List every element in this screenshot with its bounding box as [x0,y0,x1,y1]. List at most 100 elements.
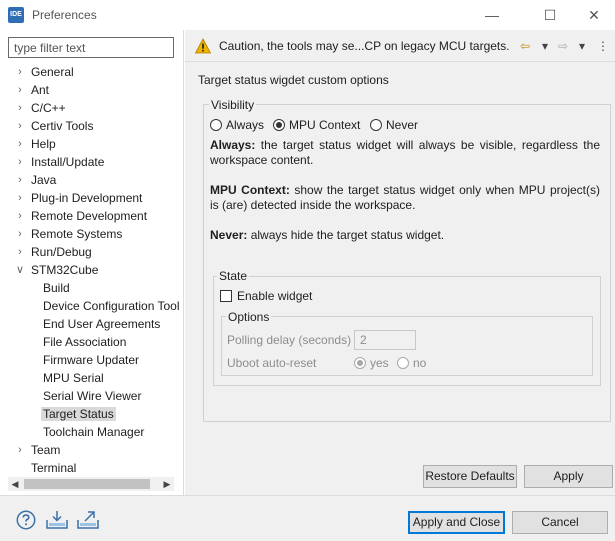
scroll-right-icon[interactable]: ▶ [160,477,174,491]
collapse-chevron-icon[interactable]: › [14,81,26,99]
apply-button[interactable]: Apply [524,465,613,488]
page-title: Target status wigdet custom options [198,73,389,87]
window-title: Preferences [32,8,97,22]
tree-item-certiv-tools[interactable]: › Certiv Tools [14,117,95,135]
collapse-chevron-icon[interactable]: › [14,99,26,117]
visibility-group-label: Visibility [209,98,257,112]
radio-always-indicator[interactable] [210,119,222,131]
preference-tree: › General › Ant › C/C++ › Certiv Tools › Help › Ins… [0,63,183,475]
message-bar: Caution, the tools may se...CP on legacy… [185,30,615,62]
radio-never-indicator[interactable] [370,119,382,131]
collapse-chevron-icon[interactable]: › [14,441,26,459]
radio-uboot-no-indicator[interactable] [397,357,409,369]
scroll-left-icon[interactable]: ◀ [8,477,22,491]
tree-item-label: STM32Cube [31,263,99,277]
tree-item-ant[interactable]: › Ant [14,81,51,99]
tree-item-general[interactable]: › General [14,63,76,81]
close-button[interactable]: ✕ [584,5,604,25]
cancel-button[interactable]: Cancel [512,511,608,534]
collapse-chevron-icon[interactable]: › [14,225,26,243]
radio-always[interactable]: Always [210,117,264,133]
tree-item-label: MPU Serial [43,371,104,385]
tree-item-label: End User Agreements [43,317,161,331]
preference-page: Caution, the tools may se...CP on legacy… [185,30,615,495]
radio-never[interactable]: Never [370,117,418,133]
tree-item-toolchain-manager[interactable]: Toolchain Manager [41,423,146,441]
tree-item-stm32cube[interactable]: ∨ STM32Cube [14,261,100,279]
tree-item-help[interactable]: › Help [14,135,58,153]
collapse-chevron-icon[interactable]: › [14,171,26,189]
never-description: Never: always hide the target status wid… [210,228,445,242]
restore-defaults-button[interactable]: Restore Defaults [423,465,517,488]
collapse-chevron-icon[interactable]: › [14,153,26,171]
tree-item-java[interactable]: › Java [14,171,58,189]
tree-item-label: Plug-in Development [31,191,143,205]
tree-item-serial-wire-viewer[interactable]: Serial Wire Viewer [41,387,143,405]
tree-item-file-association[interactable]: File Association [41,333,128,351]
tree-item-label: Serial Wire Viewer [43,389,142,403]
tree-item-terminal[interactable]: Terminal [14,459,78,475]
back-menu-chevron-icon[interactable]: ▾ [542,39,548,53]
uboot-auto-reset-label: Uboot auto-reset [227,356,317,370]
radio-mpu-context-indicator[interactable] [273,119,285,131]
tree-item-label: Remote Systems [31,227,123,241]
preference-navigation-panel: › General › Ant › C/C++ › Certiv Tools › Help › Ins… [0,30,184,495]
tree-item-run-debug[interactable]: › Run/Debug [14,243,94,261]
minimize-button[interactable]: — [482,5,502,25]
tree-item-c-c[interactable]: › C/C++ [14,99,68,117]
collapse-chevron-icon[interactable]: › [14,117,26,135]
enable-widget-box[interactable] [220,290,232,302]
maximize-button[interactable]: ☐ [540,5,560,25]
tree-item-team[interactable]: › Team [14,441,62,459]
options-group-label: Options [226,310,272,324]
view-menu-icon[interactable]: ⋮ [597,39,609,53]
dialog-button-bar: Apply and Close Cancel [0,495,615,541]
tree-item-label: Ant [31,83,50,97]
mpu-context-description: MPU Context: show the target status widg… [210,183,600,212]
tree-item-label: Firmware Updater [43,353,140,367]
export-preferences-icon[interactable] [76,509,100,531]
tree-item-end-user-agreements[interactable]: End User Agreements [41,315,162,333]
tree-item-build[interactable]: Build [41,279,72,297]
back-arrow-icon[interactable]: ⇦ [520,39,530,53]
collapse-chevron-icon[interactable]: › [14,243,26,261]
apply-and-close-button[interactable]: Apply and Close [408,511,505,534]
tree-item-label: Terminal [31,461,77,475]
tree-item-device-configuration-tool[interactable]: Device Configuration Tool [41,297,182,315]
always-description: Always: the target status widget will al… [210,138,600,167]
tree-item-remote-systems[interactable]: › Remote Systems [14,225,124,243]
tree-item-remote-development[interactable]: › Remote Development [14,207,149,225]
filter-input[interactable] [8,37,174,58]
app-icon: IDE [8,7,24,23]
tree-item-label: Toolchain Manager [43,425,145,439]
radio-uboot-no[interactable]: no [397,355,426,371]
collapse-chevron-icon[interactable]: › [14,207,26,225]
collapse-chevron-icon[interactable]: › [14,63,26,81]
tree-item-label: Build [43,281,70,295]
polling-delay-input[interactable]: 2 [354,330,416,350]
collapse-chevron-icon[interactable]: › [14,189,26,207]
forward-menu-chevron-icon[interactable]: ▾ [579,39,585,53]
radio-uboot-yes-indicator[interactable] [354,357,366,369]
expand-chevron-icon[interactable]: ∨ [14,261,26,279]
import-preferences-icon[interactable] [45,509,69,531]
scrollbar-thumb[interactable] [24,479,150,489]
radio-uboot-yes[interactable]: yes [354,355,389,371]
enable-widget-checkbox[interactable]: Enable widget [220,288,312,304]
horizontal-scrollbar[interactable]: ◀ ▶ [8,477,174,491]
tree-item-install-update[interactable]: › Install/Update [14,153,106,171]
tree-item-plug-in-development[interactable]: › Plug-in Development [14,189,144,207]
collapse-chevron-icon[interactable]: › [14,135,26,153]
radio-mpu-context[interactable]: MPU Context [273,117,360,133]
tree-item-label: Run/Debug [31,245,92,259]
tree-item-target-status[interactable]: Target Status [41,405,116,423]
help-icon[interactable] [14,509,38,531]
tree-item-label: Target Status [41,407,116,421]
tree-item-label: Java [31,173,57,187]
tree-item-mpu-serial[interactable]: MPU Serial [41,369,106,387]
polling-delay-label: Polling delay (seconds) [227,333,352,347]
forward-arrow-icon[interactable]: ⇨ [558,39,568,53]
state-group-label: State [217,269,250,283]
tree-item-label: Install/Update [31,155,105,169]
tree-item-firmware-updater[interactable]: Firmware Updater [41,351,141,369]
